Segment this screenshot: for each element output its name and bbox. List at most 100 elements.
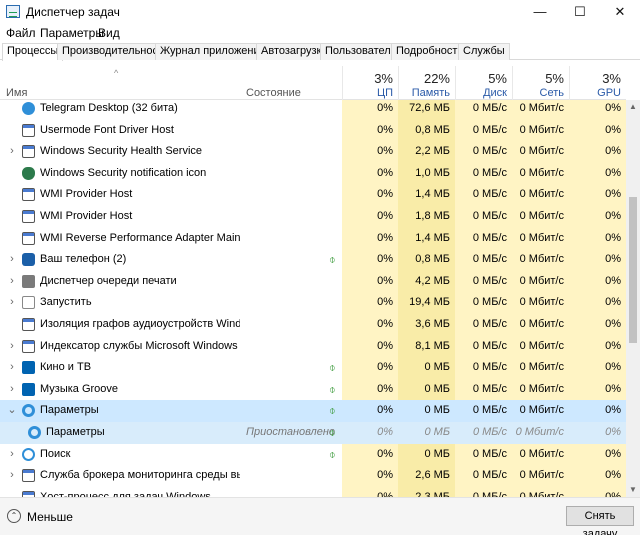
window-icon [22, 188, 35, 202]
printer-icon [22, 274, 35, 288]
disk-cell: 0 МБ/с [455, 119, 512, 142]
process-row[interactable]: WMI Reverse Performance Adapter Maintena… [0, 227, 626, 250]
network-cell: 0 Мбит/с [512, 378, 569, 401]
memory-cell: 1,4 МБ [398, 227, 455, 250]
gpu-label: GPU [597, 87, 621, 99]
cpu-cell: 0% [342, 205, 398, 228]
column-header-status[interactable]: Состояние [246, 87, 301, 99]
gpu-cell: 0% [569, 184, 626, 206]
menu-view[interactable]: Вид [98, 26, 120, 40]
process-row[interactable]: Хост-процесс для задач Windows 0% 2,3 МБ 0 … [0, 486, 626, 497]
process-name: Windows Security notification icon [40, 166, 207, 179]
gpu-cell: 0% [569, 249, 626, 271]
groove-icon [22, 382, 35, 396]
memory-cell: 2,3 МБ [398, 486, 455, 497]
scroll-down-icon[interactable]: ▼ [626, 483, 640, 497]
memory-cell: 0,8 МБ [398, 249, 455, 271]
fewer-details-icon[interactable]: ⌃ [7, 509, 21, 523]
gpu-cell: 0% [605, 404, 621, 417]
column-header-network[interactable]: 5% Сеть [512, 66, 569, 100]
vertical-scrollbar[interactable]: ▲ ▼ [626, 100, 640, 497]
tab-services[interactable]: Службы [458, 43, 510, 60]
cpu-label: ЦП [376, 87, 393, 99]
process-row[interactable]: › Служба брокера мониторинга среды выпол.… [0, 465, 626, 487]
fewer-details-link[interactable]: Меньше [27, 510, 73, 524]
column-header-gpu[interactable]: 3% GPU [569, 66, 626, 100]
cpu-cell: 0% [342, 141, 398, 163]
process-name: Параметры [46, 425, 105, 438]
column-header-cpu[interactable]: 3% ЦП [342, 66, 398, 100]
process-row[interactable]: Usermode Font Driver Host 0% 0,8 МБ 0 МБ/с 0… [0, 119, 626, 142]
tab-processes[interactable]: Процессы [2, 43, 64, 61]
window-icon [22, 209, 35, 223]
memory-cell: 1,0 МБ [398, 162, 455, 185]
disk-cell: 0 МБ/с [455, 443, 512, 466]
network-cell: 0 Мбит/с [512, 119, 569, 142]
expand-toggle-icon[interactable]: › [7, 271, 17, 293]
expand-toggle-icon[interactable]: › [7, 357, 17, 379]
process-row[interactable]: › Музыка Groove ⌽ 0% 0 МБ 0 МБ/с 0 Мбит/с 0% [0, 378, 626, 401]
play-icon [22, 361, 35, 375]
memory-cell: 0 МБ [398, 357, 455, 379]
menu-file[interactable]: Файл [6, 26, 36, 40]
menu-options[interactable]: Параметры [40, 26, 104, 40]
expand-toggle-icon[interactable]: › [7, 465, 17, 487]
end-task-button[interactable]: Снять задачу [566, 506, 634, 535]
expand-toggle-icon[interactable]: › [7, 444, 17, 466]
tab-details[interactable]: Подробности [391, 43, 469, 60]
gpu-cell: 0% [605, 425, 621, 438]
column-header-name[interactable]: Имя [6, 87, 27, 99]
gpu-total: 3% [602, 71, 621, 86]
process-row[interactable]: › Кино и ТВ ⌽ 0% 0 МБ 0 МБ/с 0 Мбит/с 0% [0, 357, 626, 379]
process-row[interactable]: Windows Security notification icon 0% 1,0 … [0, 162, 626, 185]
gpu-cell: 0% [569, 465, 626, 487]
process-row[interactable]: › Запустить 0% 19,4 МБ 0 МБ/с 0 Мбит/с 0% [0, 292, 626, 314]
window-icon [22, 231, 35, 245]
process-name: Usermode Font Driver Host [40, 123, 174, 136]
process-name: Параметры [40, 404, 99, 417]
gpu-cell: 0% [569, 141, 626, 163]
network-cell: 0 Мбит/с [512, 313, 569, 336]
disk-cell: 0 МБ/с [472, 404, 507, 417]
process-status: Приостановлено [246, 425, 336, 438]
disk-cell: 0 МБ/с [455, 357, 512, 379]
expand-toggle-icon[interactable]: › [7, 292, 17, 314]
process-row[interactable]: ⌄ Параметры ⌽ 0% 0 МБ 0 МБ/с 0 Мбит/с 0% [0, 400, 626, 422]
expand-toggle-icon[interactable]: › [7, 141, 17, 163]
tab-app-history[interactable]: Журнал приложений [155, 43, 271, 60]
process-row[interactable]: › Диспетчер очереди печати 0% 4,2 МБ 0 МБ/с 0… [0, 270, 626, 293]
process-name: WMI Provider Host [40, 209, 133, 222]
process-row[interactable]: Telegram Desktop (32 бита) 0% 72,6 МБ 0 МБ/… [0, 100, 626, 120]
telegram-icon [22, 102, 35, 115]
expand-toggle-icon[interactable]: › [7, 379, 17, 401]
process-name: Кино и ТВ [40, 361, 92, 374]
process-child-row[interactable]: Параметры Приостановлено ⌽ 0% 0 МБ 0 МБ/с 0 Мб… [0, 421, 626, 444]
scroll-up-icon[interactable]: ▲ [626, 100, 640, 114]
expand-toggle-icon[interactable]: › [7, 249, 17, 271]
title-bar: Диспетчер задач — ☐ ✕ [0, 0, 640, 24]
process-row[interactable]: › Windows Security Health Service 0% 2,2 МБ… [0, 141, 626, 163]
process-row[interactable]: › Ваш телефон (2) ⌽ 0% 0,8 МБ 0 МБ/с 0 Мбит/с 0… [0, 249, 626, 271]
disk-cell: 0 МБ/с [455, 184, 512, 206]
process-row[interactable]: Изоляция графов аудиоустройств Windows 0%… [0, 313, 626, 336]
efficiency-leaf-icon: ⌽ [329, 426, 336, 439]
tab-users[interactable]: Пользователи [320, 43, 402, 60]
minimize-button[interactable]: — [520, 0, 560, 24]
close-button[interactable]: ✕ [600, 0, 640, 24]
efficiency-leaf-icon: ⌽ [329, 405, 336, 418]
process-row[interactable]: › Поиск ⌽ 0% 0 МБ 0 МБ/с 0 Мбит/с 0% [0, 443, 626, 466]
sort-arrow-icon: ^ [114, 68, 119, 78]
process-name: Windows Security Health Service [40, 145, 203, 158]
process-row[interactable]: › Индексатор службы Microsoft Windows Sea… [0, 335, 626, 358]
network-cell: 0 Мбит/с [512, 249, 569, 271]
scroll-thumb[interactable] [629, 197, 637, 343]
expand-toggle-icon[interactable]: › [7, 336, 17, 358]
phone-icon [22, 253, 35, 267]
column-header-memory[interactable]: 22% Память [398, 66, 455, 100]
expand-toggle-icon[interactable]: ⌄ [7, 400, 17, 422]
column-header-disk[interactable]: 5% Диск [455, 66, 512, 100]
maximize-button[interactable]: ☐ [560, 0, 600, 24]
search-indexer-icon [22, 339, 35, 353]
process-row[interactable]: WMI Provider Host 0% 1,4 МБ 0 МБ/с 0 Мбит/с 0… [0, 184, 626, 206]
process-row[interactable]: WMI Provider Host 0% 1,8 МБ 0 МБ/с 0 Мбит/с 0… [0, 205, 626, 228]
